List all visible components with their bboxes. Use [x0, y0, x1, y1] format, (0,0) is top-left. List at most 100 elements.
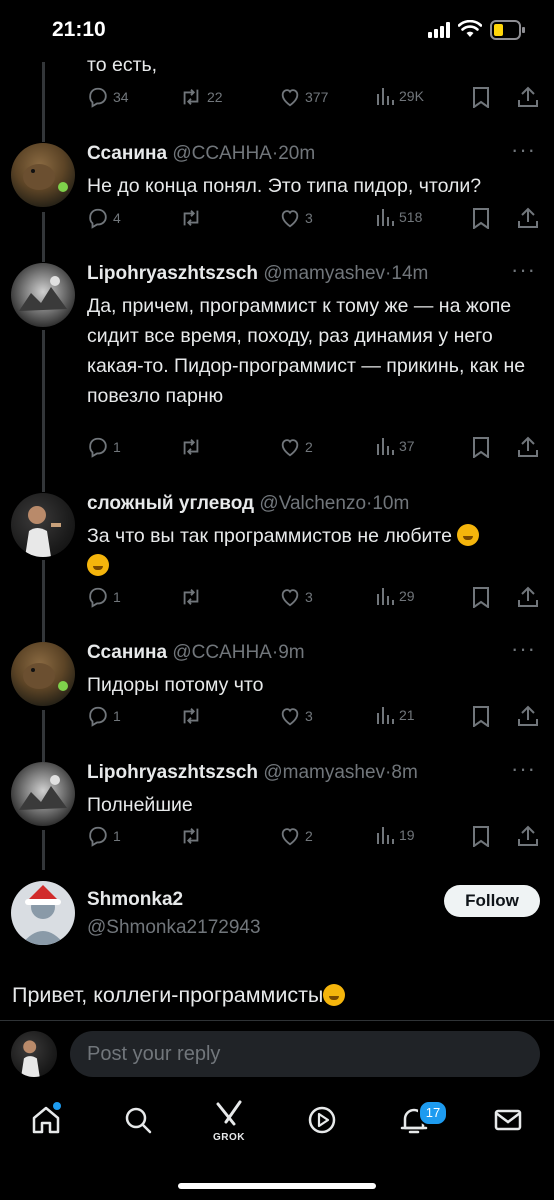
like-button[interactable]: 2	[279, 436, 313, 458]
views-button[interactable]: 37	[375, 436, 415, 456]
like-button[interactable]: 3	[279, 586, 313, 608]
tweet-time[interactable]: 14m	[391, 263, 428, 284]
reply-input[interactable]: Post your reply	[70, 1031, 540, 1077]
views-button[interactable]: 518	[375, 207, 422, 227]
retweet-button[interactable]	[179, 207, 207, 229]
author-handle[interactable]: @Valchenzo	[259, 493, 366, 514]
op-name[interactable]: Shmonka2	[87, 889, 183, 911]
like-button[interactable]: 2	[279, 825, 313, 847]
grok-icon[interactable]	[214, 1100, 246, 1131]
like-button[interactable]: 3	[279, 207, 313, 229]
video-icon[interactable]	[306, 1104, 338, 1141]
battery-icon	[490, 20, 526, 45]
reply-button[interactable]: 1	[87, 436, 121, 458]
author-handle[interactable]: @CCAHHA	[172, 143, 272, 164]
avatar[interactable]	[11, 493, 75, 557]
avatar[interactable]	[11, 263, 75, 327]
author-name[interactable]: Lipohryaszhtszsch	[87, 762, 258, 783]
author-name[interactable]: Lipohryaszhtszsch	[87, 263, 258, 284]
reply-button[interactable]: 1	[87, 825, 121, 847]
tweet-time[interactable]: 10m	[372, 493, 409, 514]
share-button[interactable]	[517, 207, 539, 229]
retweet-icon	[179, 586, 203, 608]
avatar[interactable]	[11, 762, 75, 826]
reply-icon	[87, 586, 109, 608]
tweet-time[interactable]: 8m	[391, 762, 417, 783]
retweet-button[interactable]	[179, 705, 207, 727]
reply-bar: Post your reply	[0, 1020, 554, 1091]
retweet-button[interactable]: 22	[179, 86, 223, 108]
share-button[interactable]	[517, 86, 539, 108]
retweet-button[interactable]	[179, 586, 207, 608]
retweet-icon	[179, 86, 203, 108]
retweet-button[interactable]	[179, 436, 207, 458]
bookmark-button[interactable]	[471, 705, 491, 727]
bookmark-icon	[471, 86, 491, 108]
author-name[interactable]: сложный углевод	[87, 493, 254, 514]
more-icon[interactable]: ···	[511, 756, 536, 782]
thread-line	[42, 62, 45, 142]
share-button[interactable]	[517, 436, 539, 458]
avatar[interactable]	[11, 881, 75, 945]
like-button[interactable]: 377	[279, 86, 328, 108]
tweet-actions: 1 3 29	[87, 586, 539, 610]
share-icon	[517, 705, 539, 727]
tweet-actions: 34 22 377 29K	[87, 86, 539, 110]
reply-button[interactable]: 1	[87, 586, 121, 608]
bookmark-button[interactable]	[471, 207, 491, 229]
follow-button[interactable]: Follow	[444, 885, 540, 917]
heart-icon	[279, 86, 301, 108]
bookmark-button[interactable]	[471, 436, 491, 458]
tweet-header: Lipohryaszhtszsch @mamyashev·8m	[87, 762, 418, 783]
tweet-actions: 4 3 518	[87, 207, 539, 231]
thread-line	[42, 710, 45, 762]
tweet-text: Пидоры потому что	[87, 674, 264, 696]
author-handle[interactable]: @mamyashev	[263, 263, 385, 284]
bookmark-button[interactable]	[471, 825, 491, 847]
share-button[interactable]	[517, 705, 539, 727]
retweet-icon	[179, 207, 203, 229]
share-button[interactable]	[517, 825, 539, 847]
heart-icon	[279, 436, 301, 458]
tweet-header: Ссанина @CCAHHA·9m	[87, 642, 305, 663]
retweet-button[interactable]	[179, 825, 207, 847]
more-icon[interactable]: ···	[511, 137, 536, 163]
smiling-face-with-hand-over-mouth-emoji	[87, 554, 109, 576]
tweet-time[interactable]: 20m	[278, 143, 315, 164]
search-icon[interactable]	[122, 1104, 154, 1141]
grok-label: GROK	[213, 1132, 245, 1143]
views-icon	[375, 705, 395, 725]
share-button[interactable]	[517, 586, 539, 608]
author-handle[interactable]: @mamyashev	[263, 762, 385, 783]
author-handle[interactable]: @CCAHHA	[172, 642, 272, 663]
share-icon	[517, 586, 539, 608]
avatar[interactable]	[11, 642, 75, 706]
views-button[interactable]: 19	[375, 825, 415, 845]
heart-icon	[279, 207, 301, 229]
bookmark-icon	[471, 825, 491, 847]
avatar[interactable]	[11, 143, 75, 207]
like-button[interactable]: 3	[279, 705, 313, 727]
views-button[interactable]: 21	[375, 705, 415, 725]
share-icon	[517, 207, 539, 229]
avatar[interactable]	[11, 1031, 57, 1077]
bookmark-button[interactable]	[471, 86, 491, 108]
reply-button[interactable]: 1	[87, 705, 121, 727]
reply-button[interactable]: 4	[87, 207, 121, 229]
author-name[interactable]: Ссанина	[87, 642, 167, 663]
views-button[interactable]: 29K	[375, 86, 424, 106]
more-icon[interactable]: ···	[511, 257, 536, 283]
signal-icon	[428, 22, 452, 43]
bookmark-button[interactable]	[471, 586, 491, 608]
reply-button[interactable]: 34	[87, 86, 129, 108]
author-name[interactable]: Ссанина	[87, 143, 167, 164]
tweet-text: Полнейшие	[87, 794, 193, 816]
views-button[interactable]: 29	[375, 586, 415, 606]
bookmark-icon	[471, 436, 491, 458]
messages-icon[interactable]	[492, 1104, 524, 1141]
op-text: Привет, коллеги-программисты	[12, 983, 346, 1008]
more-icon[interactable]: ···	[511, 636, 536, 662]
hugging-face-emoji	[323, 984, 346, 1006]
op-handle[interactable]: @Shmonka2172943	[87, 917, 261, 939]
tweet-time[interactable]: 9m	[278, 642, 304, 663]
